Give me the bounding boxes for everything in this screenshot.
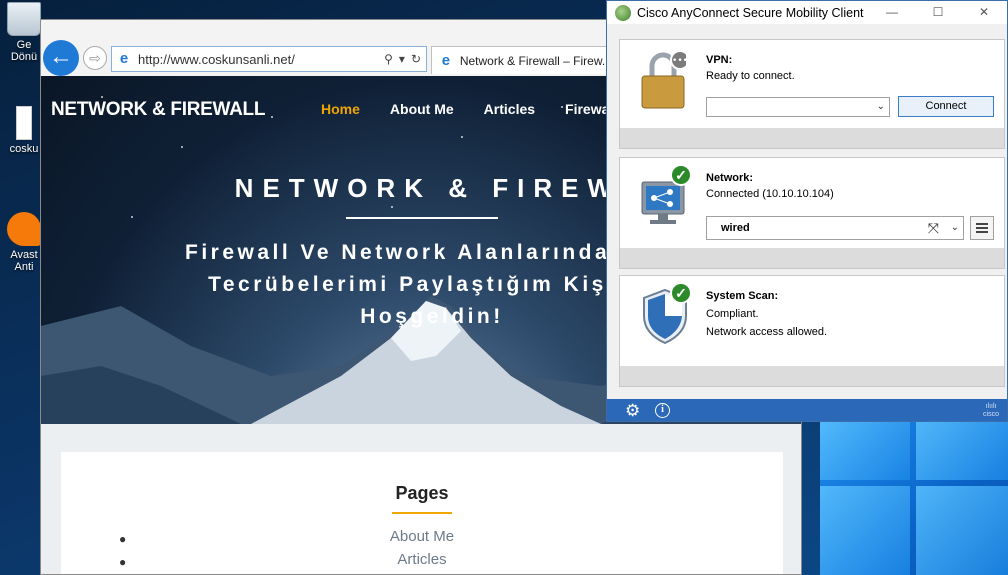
desktop-icon-label: Avast Anti	[10, 249, 38, 273]
pages-title: Pages	[395, 483, 449, 503]
svg-text:•••: •••	[672, 56, 686, 66]
panel-footer	[620, 248, 1004, 268]
chevron-down-icon: ⌄	[876, 101, 885, 112]
address-bar[interactable]: e http://www.coskunsanli.net/ ⚲ ▾ ↻	[111, 46, 427, 72]
desktop-icon-label: Ge Dönü	[10, 39, 38, 63]
titlebar[interactable]: Cisco AnyConnect Secure Mobility Client …	[607, 1, 1007, 24]
desktop-icon-avast[interactable]: Avast Anti	[4, 212, 44, 273]
vpn-label: VPN:	[706, 54, 733, 66]
system-scan-panel: ✓ System Scan: Compliant. Network access…	[619, 275, 1005, 387]
avast-icon	[7, 212, 41, 246]
pages-title-underline	[392, 512, 452, 514]
scan-label: System Scan:	[706, 290, 779, 302]
recycle-bin-icon	[7, 2, 41, 36]
check-icon: ✓	[670, 282, 692, 304]
network-menu-button[interactable]	[970, 216, 994, 240]
chevron-down-icon: ⌄	[950, 222, 959, 233]
cisco-logo: ılıılı cisco	[983, 403, 999, 418]
site-nav: Home About Me Articles Firewa	[321, 101, 609, 117]
vpn-status: Ready to connect.	[706, 70, 795, 82]
browser-tab[interactable]: e Network & Firewall – Firew...	[431, 46, 611, 74]
dropdown-icon[interactable]: ▾	[399, 52, 405, 66]
connect-button[interactable]: Connect	[898, 96, 994, 117]
network-label: Network:	[706, 172, 754, 184]
gear-icon[interactable]: ⚙	[625, 401, 640, 421]
refresh-icon[interactable]: ↻	[411, 52, 421, 66]
nav-about-me[interactable]: About Me	[390, 101, 454, 117]
tab-title: Network & Firewall – Firew...	[459, 53, 610, 68]
back-button[interactable]: ←	[43, 40, 79, 76]
vpn-panel: ••• VPN: Ready to connect. ⌄ Connect	[619, 39, 1005, 149]
forward-arrow-icon: ⇨	[89, 50, 101, 66]
network-select-value: wired	[721, 222, 750, 234]
page-link-about-me[interactable]: About Me	[61, 528, 783, 545]
hero-divider	[346, 217, 498, 219]
address-text[interactable]: http://www.coskunsanli.net/	[138, 52, 384, 67]
anyconnect-icon	[615, 4, 631, 21]
scan-access: Network access allowed.	[706, 326, 828, 338]
forward-button[interactable]: ⇨	[83, 46, 107, 70]
lock-icon: •••	[641, 50, 686, 109]
document-icon	[16, 106, 32, 140]
plug-icon: ⤧	[927, 220, 939, 236]
panel-footer	[620, 366, 1004, 386]
window-title: Cisco AnyConnect Secure Mobility Client	[637, 5, 864, 20]
vpn-server-select[interactable]: ⌄	[706, 97, 890, 117]
minimize-button[interactable]: —	[869, 1, 915, 24]
info-icon[interactable]: i	[655, 403, 670, 418]
network-select[interactable]: wired ⤧ ⌄	[706, 216, 964, 240]
windows-logo-wallpaper	[820, 420, 1008, 575]
scan-status: Compliant.	[706, 308, 759, 320]
maximize-button[interactable]: ☐	[915, 1, 961, 24]
status-bar: ⚙ i ılıılı cisco	[607, 399, 1007, 421]
nav-articles[interactable]: Articles	[484, 101, 535, 117]
page-link-articles[interactable]: Articles	[61, 551, 783, 568]
desktop-icon-document[interactable]: cosku	[4, 106, 44, 155]
site-title[interactable]: NETWORK & FIREWALL	[51, 99, 265, 121]
check-icon: ✓	[670, 164, 692, 186]
ie-icon: e	[441, 51, 451, 69]
content-area: Pages ● About Me ● Articles	[41, 424, 801, 574]
network-panel: ✓ Network: Connected (10.10.10.104) wire…	[619, 157, 1005, 269]
ie-icon: e	[119, 50, 129, 67]
desktop-icon-recycle-bin[interactable]: Ge Dönü	[4, 2, 44, 63]
panel-footer	[620, 128, 1004, 148]
pages-widget: Pages ● About Me ● Articles	[61, 452, 783, 574]
cisco-anyconnect-window: Cisco AnyConnect Secure Mobility Client …	[606, 0, 1008, 422]
nav-firewall[interactable]: Firewa	[565, 101, 609, 117]
close-button[interactable]: ✕	[961, 1, 1007, 24]
search-icon[interactable]: ⚲	[384, 52, 393, 66]
nav-home[interactable]: Home	[321, 101, 360, 117]
network-status: Connected (10.10.10.104)	[706, 188, 834, 200]
back-arrow-icon: ←	[49, 43, 73, 70]
desktop-icon-label: cosku	[9, 143, 39, 155]
